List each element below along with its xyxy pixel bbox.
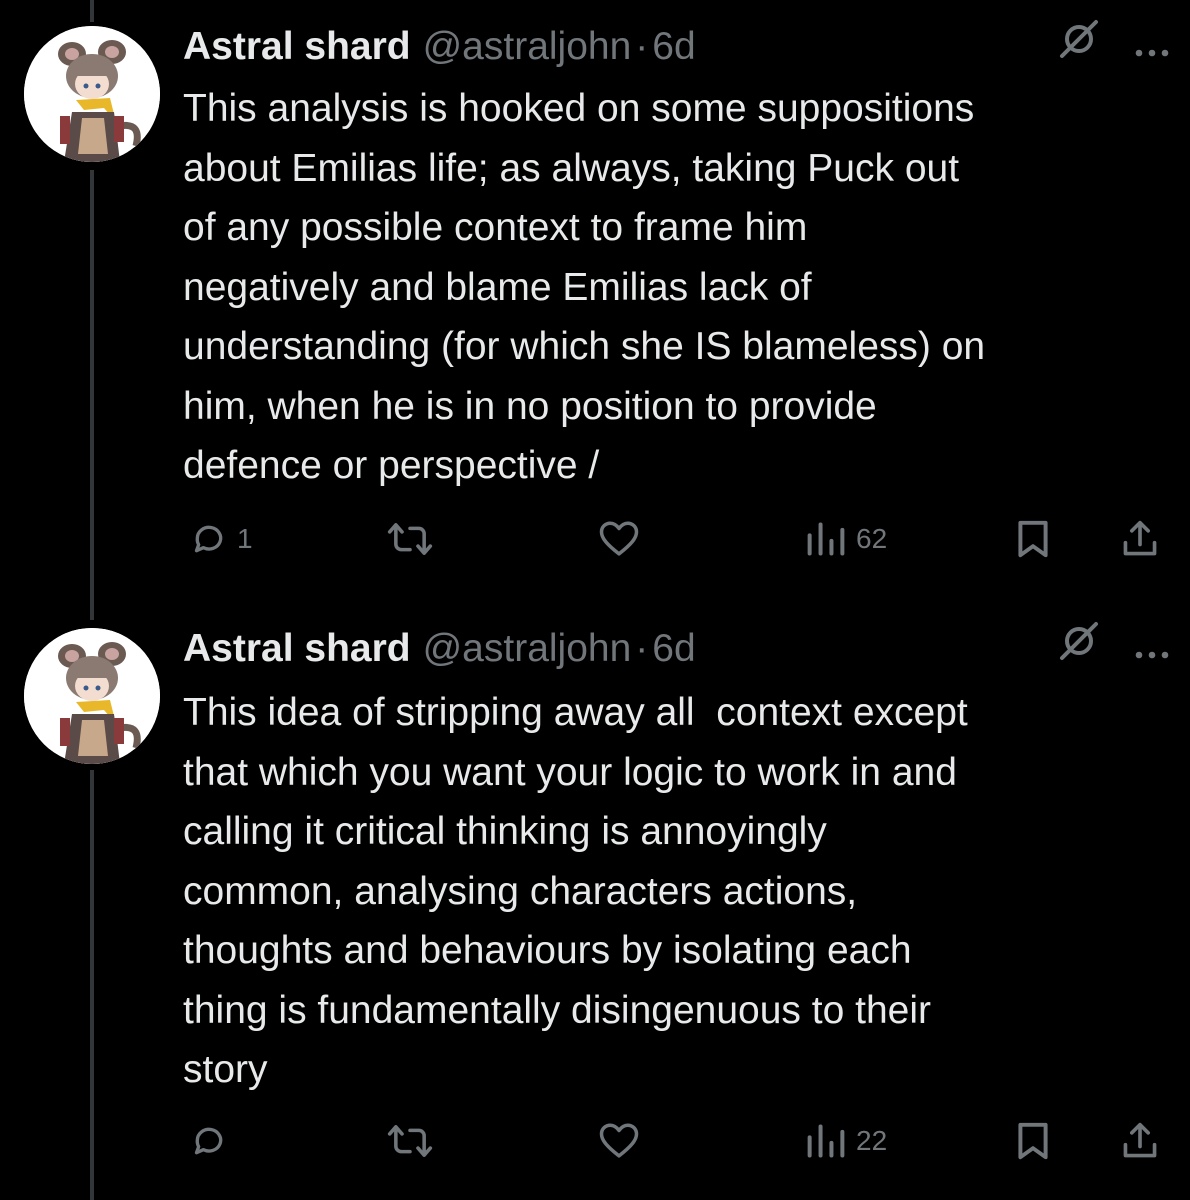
grok-icon[interactable] [1058,620,1100,678]
display-name[interactable]: Astral shard [183,19,411,75]
more-icon[interactable] [1134,621,1170,677]
tweet[interactable]: Astral shard @astraljohn · 6d This analy… [0,19,1190,599]
views-count: 62 [856,523,888,554]
tweet-actions: 22 [183,1116,1168,1166]
views-icon [807,1124,845,1158]
bookmark-icon [1018,1122,1048,1160]
share-icon [1123,1122,1157,1158]
heart-icon [599,1123,639,1158]
tweet-text: This analysis is hooked on some supposit… [183,87,986,487]
reply-button[interactable] [189,1116,237,1166]
views-count: 22 [856,1125,888,1156]
tweet-actions: 1 62 [183,514,1168,564]
tweet-text: This idea of stripping away all context … [183,691,968,1091]
reply-button[interactable]: 1 [189,514,253,564]
timestamp[interactable]: 6d [652,621,695,677]
reply-icon [194,1127,223,1155]
grok-icon[interactable] [1058,18,1100,76]
retweet-button[interactable] [387,1116,441,1166]
like-button[interactable] [598,514,648,564]
anime-character-avatar [24,26,160,162]
more-icon[interactable] [1134,19,1170,75]
bookmark-button[interactable] [1015,514,1051,564]
tweet-header: Astral shard @astraljohn · 6d [183,621,1170,677]
separator: · [635,627,649,670]
handle[interactable]: @astraljohn [423,621,632,677]
avatar[interactable] [24,628,160,764]
header-actions [1058,621,1170,677]
display-name[interactable]: Astral shard [183,621,411,677]
anime-character-avatar [24,628,160,764]
share-button[interactable] [1120,514,1160,564]
retweet-icon [387,1125,433,1157]
views-button[interactable]: 22 [804,1116,887,1166]
header-actions [1058,19,1170,75]
retweet-button[interactable] [387,514,441,564]
bookmark-icon [1018,520,1048,558]
bookmark-button[interactable] [1015,1116,1051,1166]
share-icon [1123,520,1157,556]
handle[interactable]: @astraljohn [423,19,632,75]
reply-count: 1 [237,523,253,554]
tweet[interactable]: Astral shard @astraljohn · 6d This idea … [0,621,1190,1200]
separator: · [635,25,649,68]
views-button[interactable]: 62 [804,514,887,564]
like-button[interactable] [598,1116,648,1166]
timestamp[interactable]: 6d [652,19,695,75]
heart-icon [599,521,639,556]
views-icon [807,522,845,556]
tweet-header: Astral shard @astraljohn · 6d [183,19,1170,75]
share-button[interactable] [1120,1116,1160,1166]
avatar[interactable] [24,26,160,162]
reply-icon [194,525,223,553]
retweet-icon [387,523,433,555]
